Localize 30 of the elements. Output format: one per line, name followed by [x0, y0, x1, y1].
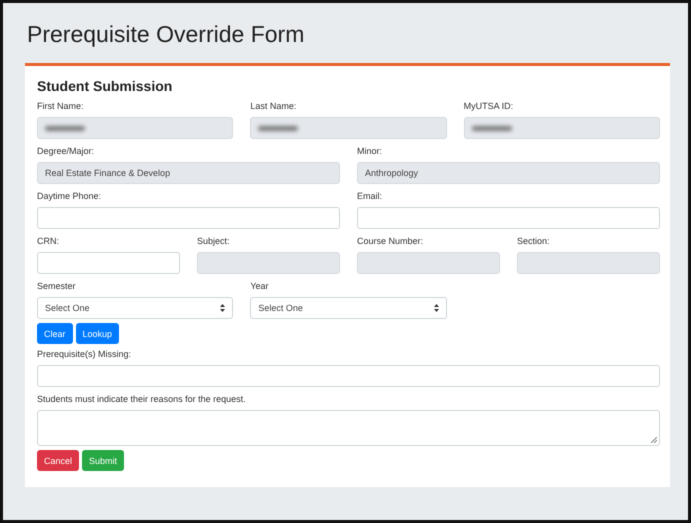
field-label: Prerequisite(s) Missing:	[37, 348, 132, 360]
field-label: MyUTSA ID:	[464, 100, 514, 112]
field-label: Course Number:	[357, 235, 424, 247]
page-title: Prerequisite Override Form	[27, 20, 306, 49]
input-field[interactable]	[37, 207, 340, 229]
select-field[interactable]: Select One	[250, 297, 447, 319]
input-field[interactable]	[37, 252, 180, 274]
select-field[interactable]: Select One	[37, 297, 234, 319]
section-title: Student Submission	[37, 78, 174, 94]
field-label: Students must indicate their reasons for the request.	[37, 393, 247, 405]
field-label: Minor:	[357, 145, 384, 157]
field-label: CRN:	[37, 235, 60, 247]
action-button[interactable]: Clear	[37, 323, 73, 344]
field-label: Section:	[517, 235, 551, 247]
text-area[interactable]	[37, 410, 660, 446]
field-label: Daytime Phone:	[37, 190, 102, 202]
field-label: Email:	[357, 190, 384, 202]
action-button[interactable]: Lookup	[76, 323, 120, 344]
field-label: First Name:	[37, 100, 85, 112]
field-label: Subject:	[197, 235, 231, 247]
field-label: Degree/Major:	[37, 145, 96, 157]
field-label: Last Name:	[250, 100, 298, 112]
input-field[interactable]	[357, 207, 660, 229]
input-field[interactable]	[37, 365, 660, 387]
field-label: Semester	[37, 280, 77, 292]
updown-icon	[434, 304, 439, 312]
resize-grip-icon	[651, 437, 657, 443]
updown-icon	[220, 304, 226, 312]
field-label: Year	[250, 280, 270, 292]
action-button[interactable]: Cancel	[37, 450, 80, 471]
